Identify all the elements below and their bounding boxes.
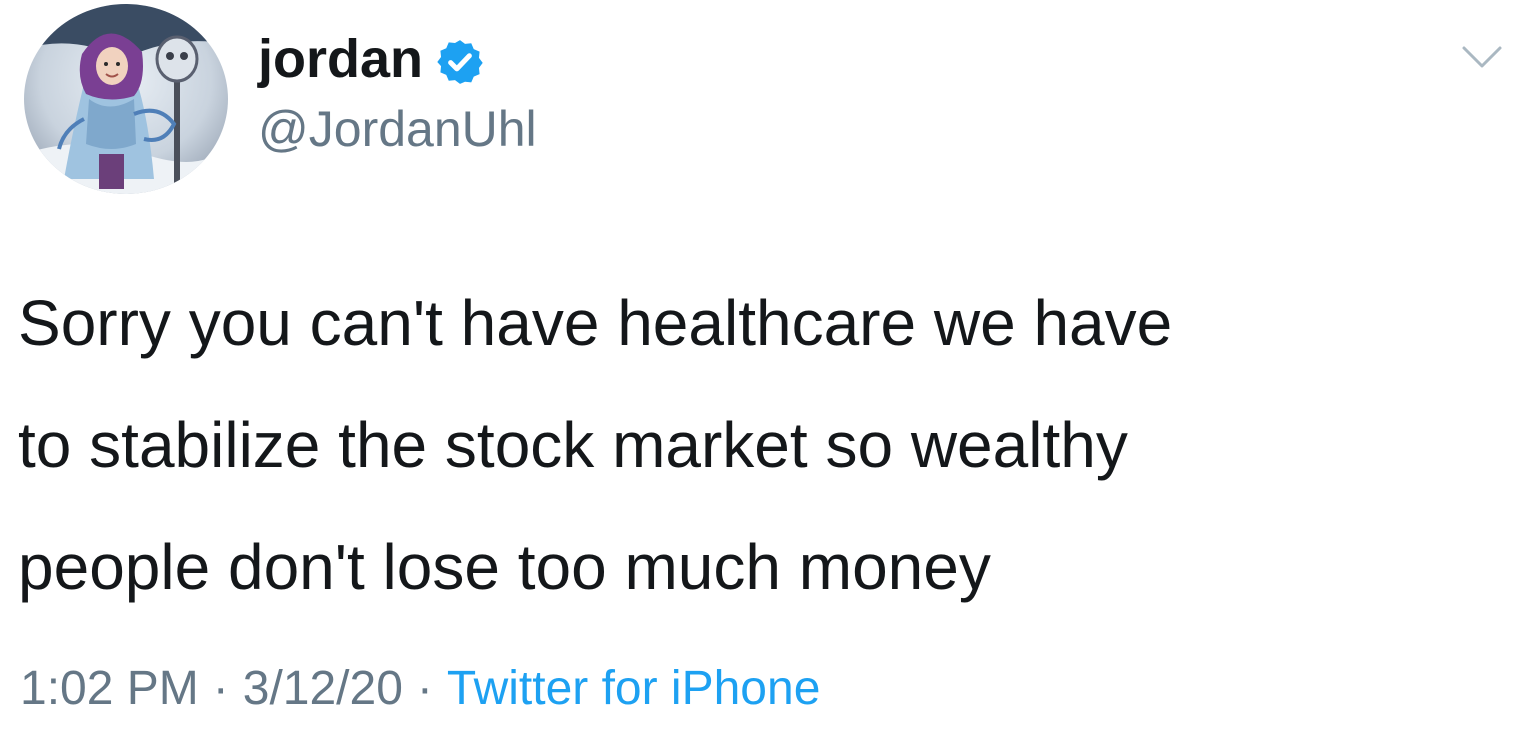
verified-badge-icon: [435, 37, 485, 87]
meta-separator: ·: [212, 662, 229, 715]
tweet-meta: 1:02 PM · 3/12/20 · Twitter for iPhone: [20, 660, 820, 718]
display-name[interactable]: jordan: [258, 32, 423, 86]
avatar-image: [24, 4, 228, 194]
tweet-time[interactable]: 1:02 PM: [20, 660, 199, 718]
meta-separator: ·: [416, 662, 433, 715]
avatar[interactable]: [24, 4, 228, 194]
user-handle[interactable]: @JordanUhl: [258, 102, 537, 157]
tweet-text: Sorry you can't have healthcare we have …: [18, 287, 1173, 603]
tweet-card: jordan @JordanUhl Sorry you can't have h…: [0, 0, 1519, 733]
tweet-date[interactable]: 3/12/20: [243, 660, 403, 718]
tweet-source-link[interactable]: Twitter for iPhone: [447, 660, 821, 718]
display-name-row: jordan: [258, 24, 485, 94]
chevron-down-icon[interactable]: [1460, 40, 1504, 72]
